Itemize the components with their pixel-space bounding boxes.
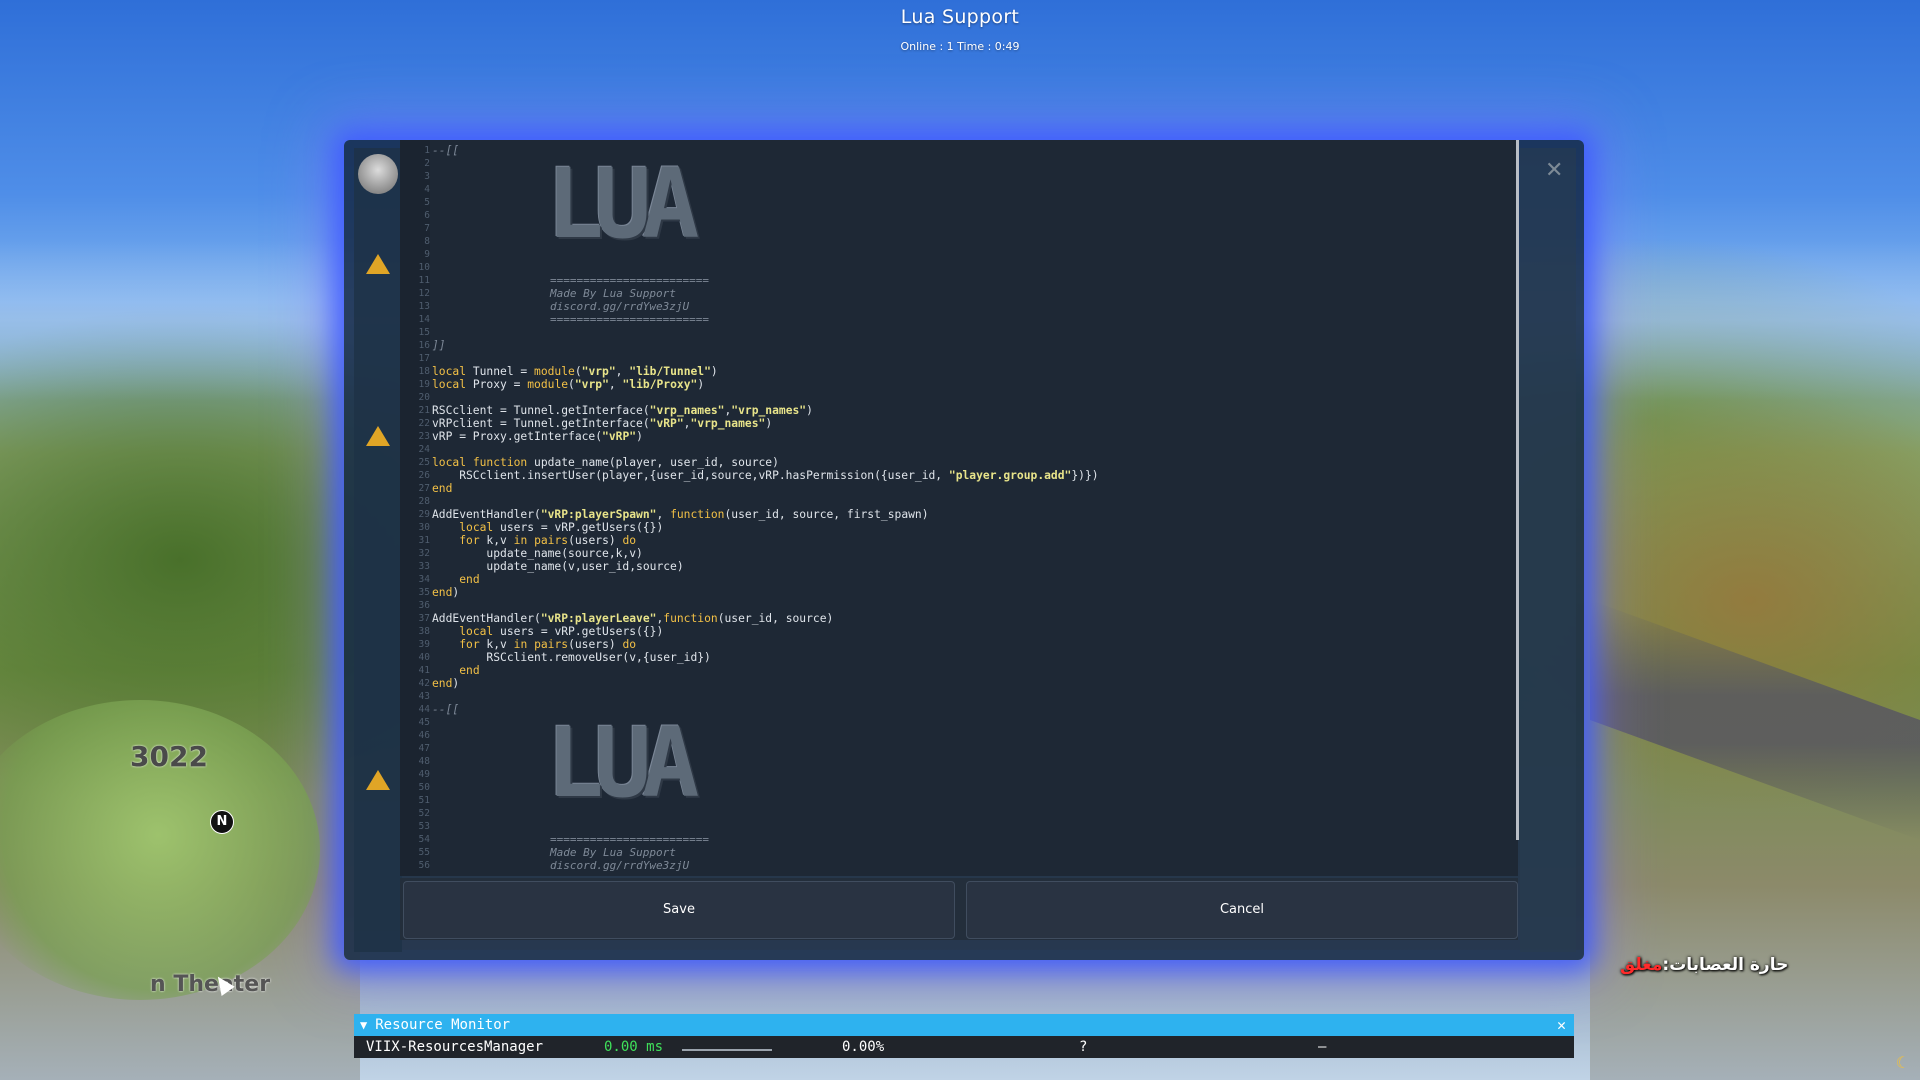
code-line-27: end [432,482,453,495]
north-indicator-icon: N [210,810,234,834]
banner-link: discord.gg/rrdYwe3zjU [550,300,690,313]
avatar[interactable] [358,154,398,194]
comment-open: --[[ [432,703,460,716]
left-sidebar [354,148,402,952]
code-line-29: AddEventHandler("vRP:playerSpawn", funct… [432,508,929,521]
banner-author: Made By Lua Support [550,287,676,300]
code-line-18: local Tunnel = module("vrp", "lib/Tunnel… [432,365,718,378]
resource-monitor-title: Resource Monitor [375,1017,511,1033]
lua-logo-art: LUA [546,707,699,819]
moon-icon: ☾ [1895,1053,1910,1072]
banner-link: discord.gg/rrdYwe3zjU [550,859,690,872]
code-line-40: RSCclient.removeUser(v,{user_id}) [432,651,711,664]
server-title: Lua Support [900,6,1020,28]
gang-zone-state: مغلق [1620,955,1663,975]
lua-logo-art: LUA [546,148,699,260]
code-line-38: local users = vRP.getUsers({}) [459,625,664,638]
code-line-35: end) [432,586,460,599]
code-line-33: update_name(v,user_id,source) [432,560,684,573]
banner-rule: ======================== [550,313,709,326]
code-line-21: RSCclient = Tunnel.getInterface("vrp_nam… [432,404,813,417]
cancel-button[interactable]: Cancel [966,881,1518,939]
code-editor[interactable]: 1 2 3 4 5 6 7 8 9 10 11 12 13 14 15 16 1… [400,140,1518,876]
resource-dash: – [1318,1039,1327,1055]
code-line-30: local users = vRP.getUsers({}) [459,521,664,534]
code-line-23: vRP = Proxy.getInterface("vRP") [432,430,643,443]
code-line-37: AddEventHandler("vRP:playerLeave",functi… [432,612,834,625]
line-numbers: 1 2 3 4 5 6 7 8 9 10 11 12 13 14 15 16 1… [418,145,430,871]
resource-row: VIIX-ResourcesManager 0.00 ms 0.00% ? – [354,1036,1574,1058]
online-status: Online : 1 Time : 0:49 [900,40,1020,53]
resource-percent: 0.00% [842,1039,885,1055]
code-line-22: vRPclient = Tunnel.getInterface("vRP","v… [432,417,773,430]
map-place-label: n Theater [150,972,271,997]
comment-open: --[[ [432,144,460,157]
code-line-26: RSCclient.insertUser(player,{user_id,sou… [432,469,1099,482]
road [1590,599,1920,841]
comment-close: ]] [432,339,446,352]
close-icon[interactable]: ✕ [1545,158,1563,183]
banner-rule: ======================== [550,274,709,287]
right-sidebar [1520,148,1576,952]
banner-rule: ======================== [550,833,709,846]
save-button[interactable]: Save [403,881,955,939]
resource-unknown: ? [1079,1039,1088,1055]
map-area-number: 3022 [130,740,208,773]
code-line-39: for k,v in pairs(users) do [459,638,637,651]
collapse-triangle-icon[interactable]: ▼ [360,1014,367,1036]
editor-scrollbar[interactable] [1516,140,1519,840]
code-line-31: for k,v in pairs(users) do [459,534,637,547]
warning-icon[interactable] [366,770,390,790]
gang-zone-label: حارة العصابات: [1662,955,1789,975]
code-line-19: local Proxy = module("vrp", "lib/Proxy") [432,378,705,391]
banner-author: Made By Lua Support [550,846,676,859]
resource-monitor-header[interactable]: ▼ Resource Monitor ✕ [354,1014,1574,1036]
warning-icon[interactable] [366,254,390,274]
warning-icon[interactable] [366,426,390,446]
code-line-34: end [459,573,480,586]
minimap: 3022 n Theater [0,700,320,1080]
code-line-32: update_name(source,k,v) [432,547,643,560]
close-icon[interactable]: ✕ [1557,1014,1566,1036]
code-line-25: local function update_name(player, user_… [432,456,779,469]
gang-zone-status: حارة العصابات:مغلق [1620,955,1788,975]
resource-name: VIIX-ResourcesManager [366,1039,544,1055]
code-line-42: end) [432,677,460,690]
resource-ms: 0.00 ms [604,1039,664,1055]
resource-usage-bar [682,1049,772,1051]
code-line-41: end [459,664,480,677]
